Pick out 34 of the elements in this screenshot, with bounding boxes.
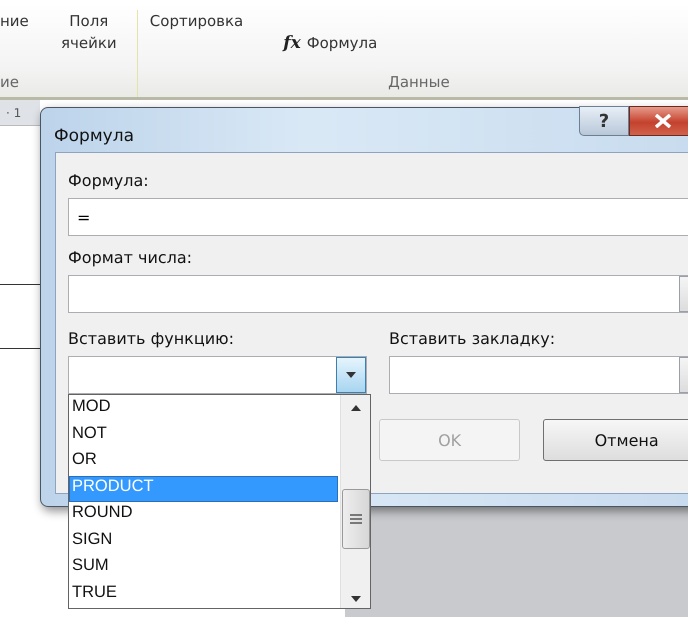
caret-down-icon xyxy=(350,596,360,602)
ribbon-button[interactable]: Поля ячейки xyxy=(48,10,129,54)
group-label: Данные xyxy=(387,73,451,91)
function-icon: fx xyxy=(283,33,301,53)
formula-field[interactable]: = xyxy=(68,198,688,236)
close-icon xyxy=(654,114,672,128)
number-format-dropdown[interactable] xyxy=(68,275,688,313)
bookmark-dropdown[interactable] xyxy=(389,356,688,394)
caret-up-icon xyxy=(350,405,360,411)
list-item[interactable]: NOT xyxy=(69,422,338,449)
list-item[interactable]: OR xyxy=(69,449,338,476)
cancel-button[interactable]: Отмена xyxy=(543,419,688,461)
list-item[interactable]: ROUND xyxy=(69,502,338,528)
field-label: Формула: xyxy=(68,171,150,190)
dialog-title: Формула xyxy=(54,126,134,146)
list-item[interactable]: SUM xyxy=(69,555,338,582)
list-item[interactable]: MOD xyxy=(69,396,338,422)
help-button[interactable]: ? xyxy=(579,106,629,136)
list-item[interactable]: TRUE xyxy=(69,582,338,608)
caret-down-icon xyxy=(346,372,356,378)
ribbon-button[interactable]: fx Формула xyxy=(283,32,378,54)
close-button[interactable] xyxy=(629,106,688,136)
group-label: ие xyxy=(0,73,20,91)
field-label: Формат числа: xyxy=(68,248,194,267)
field-label: Вставить закладку: xyxy=(389,329,556,348)
scroll-bar[interactable] xyxy=(340,395,370,608)
dropdown-button[interactable] xyxy=(336,357,366,393)
list-item[interactable]: SIGN xyxy=(69,528,338,555)
ruler: · 1 xyxy=(0,100,40,126)
ribbon-button[interactable]: ние xyxy=(0,10,29,32)
scroll-thumb[interactable] xyxy=(342,489,370,549)
ribbon-button[interactable]: Сортировка xyxy=(150,10,244,32)
field-label: Вставить функцию: xyxy=(68,329,235,348)
grip-icon xyxy=(350,514,362,524)
